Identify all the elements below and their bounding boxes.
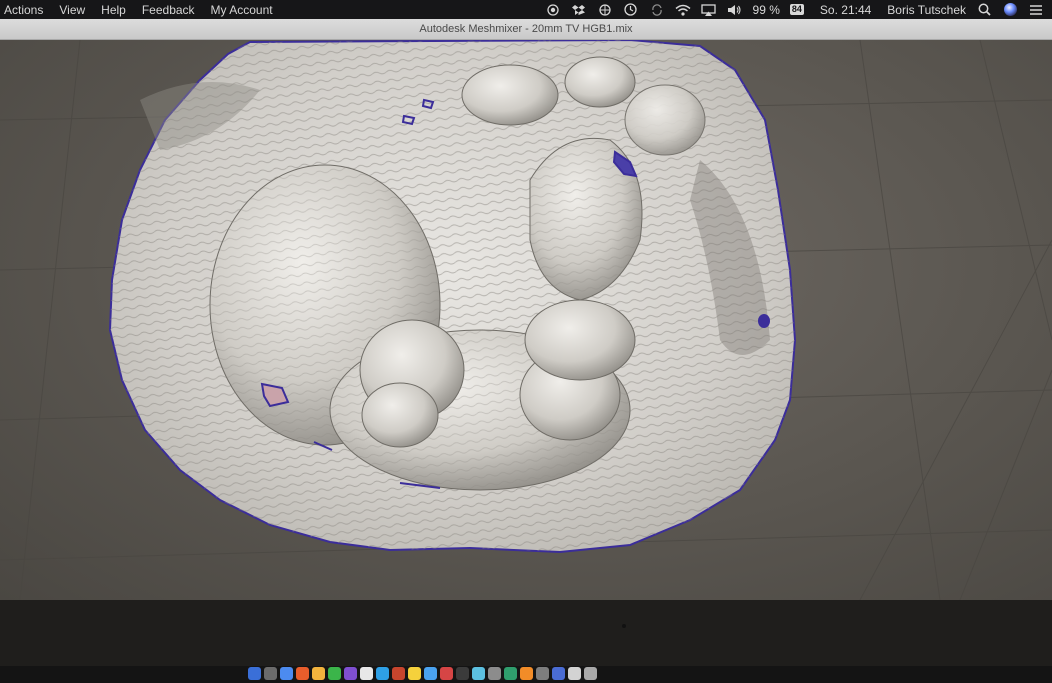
dock-app-icon[interactable] [280,667,293,680]
dock-app-icon[interactable] [472,667,485,680]
dock-app-icon[interactable] [568,667,581,680]
window-title: Autodesk Meshmixer - 20mm TV HGB1.mix [419,23,633,35]
dock-app-icon[interactable] [376,667,389,680]
dock-app-icon[interactable] [312,667,325,680]
mesh-blob-4 [524,299,636,381]
dock-app-icon[interactable] [504,667,517,680]
viewport-canvas[interactable] [0,40,1052,600]
mesh-blob-2 [361,382,439,448]
clock-text[interactable]: So. 21:44 [820,3,871,17]
dock-app-icon[interactable] [296,667,309,680]
sync-icon[interactable] [649,2,665,18]
dock-app-icon[interactable] [248,667,261,680]
clock-icon[interactable] [623,2,639,18]
dock-app-icon[interactable] [424,667,437,680]
menu-bar: Actions View Help Feedback My Account 99… [0,0,1052,19]
dock [0,666,1052,683]
boundary-hole [758,314,770,328]
bottom-panel [0,600,1052,666]
dock-icons [248,667,597,680]
volume-icon[interactable] [727,2,743,18]
menu-help[interactable]: Help [93,3,134,17]
menu-my-account[interactable]: My Account [203,3,281,17]
airplay-icon[interactable] [701,2,717,18]
dock-app-icon[interactable] [456,667,469,680]
search-icon[interactable] [976,2,992,18]
menu-feedback[interactable]: Feedback [134,3,203,17]
user-name[interactable]: Boris Tutschek [887,3,966,17]
list-icon[interactable] [1028,2,1044,18]
record-icon[interactable] [545,2,561,18]
dock-app-icon[interactable] [392,667,405,680]
window-title-bar[interactable]: Autodesk Meshmixer - 20mm TV HGB1.mix [0,19,1052,40]
dock-app-icon[interactable] [520,667,533,680]
dock-app-icon[interactable] [360,667,373,680]
dock-app-icon[interactable] [408,667,421,680]
battery-percent: 99 % [752,2,780,17]
battery-icon[interactable]: 84 [789,4,804,15]
menu-actions[interactable]: Actions [2,3,51,17]
wifi-icon[interactable] [675,2,691,18]
dock-app-icon[interactable] [584,667,597,680]
dock-app-icon[interactable] [552,667,565,680]
status-tray: 99 % 84 So. 21:44 Boris Tutschek [545,0,1052,19]
dock-app-icon[interactable] [536,667,549,680]
dock-app-icon[interactable] [264,667,277,680]
dropbox-icon[interactable] [571,2,587,18]
siri-icon[interactable] [1002,2,1018,18]
3d-viewport[interactable] [0,40,1052,600]
dock-app-icon[interactable] [344,667,357,680]
dock-app-icon[interactable] [440,667,453,680]
dock-app-icon[interactable] [488,667,501,680]
menu-view[interactable]: View [51,3,93,17]
wheel-icon[interactable] [597,2,613,18]
app-menu: Actions View Help Feedback My Account [0,3,281,17]
mouse-cursor-icon [622,624,626,628]
dock-app-icon[interactable] [328,667,341,680]
